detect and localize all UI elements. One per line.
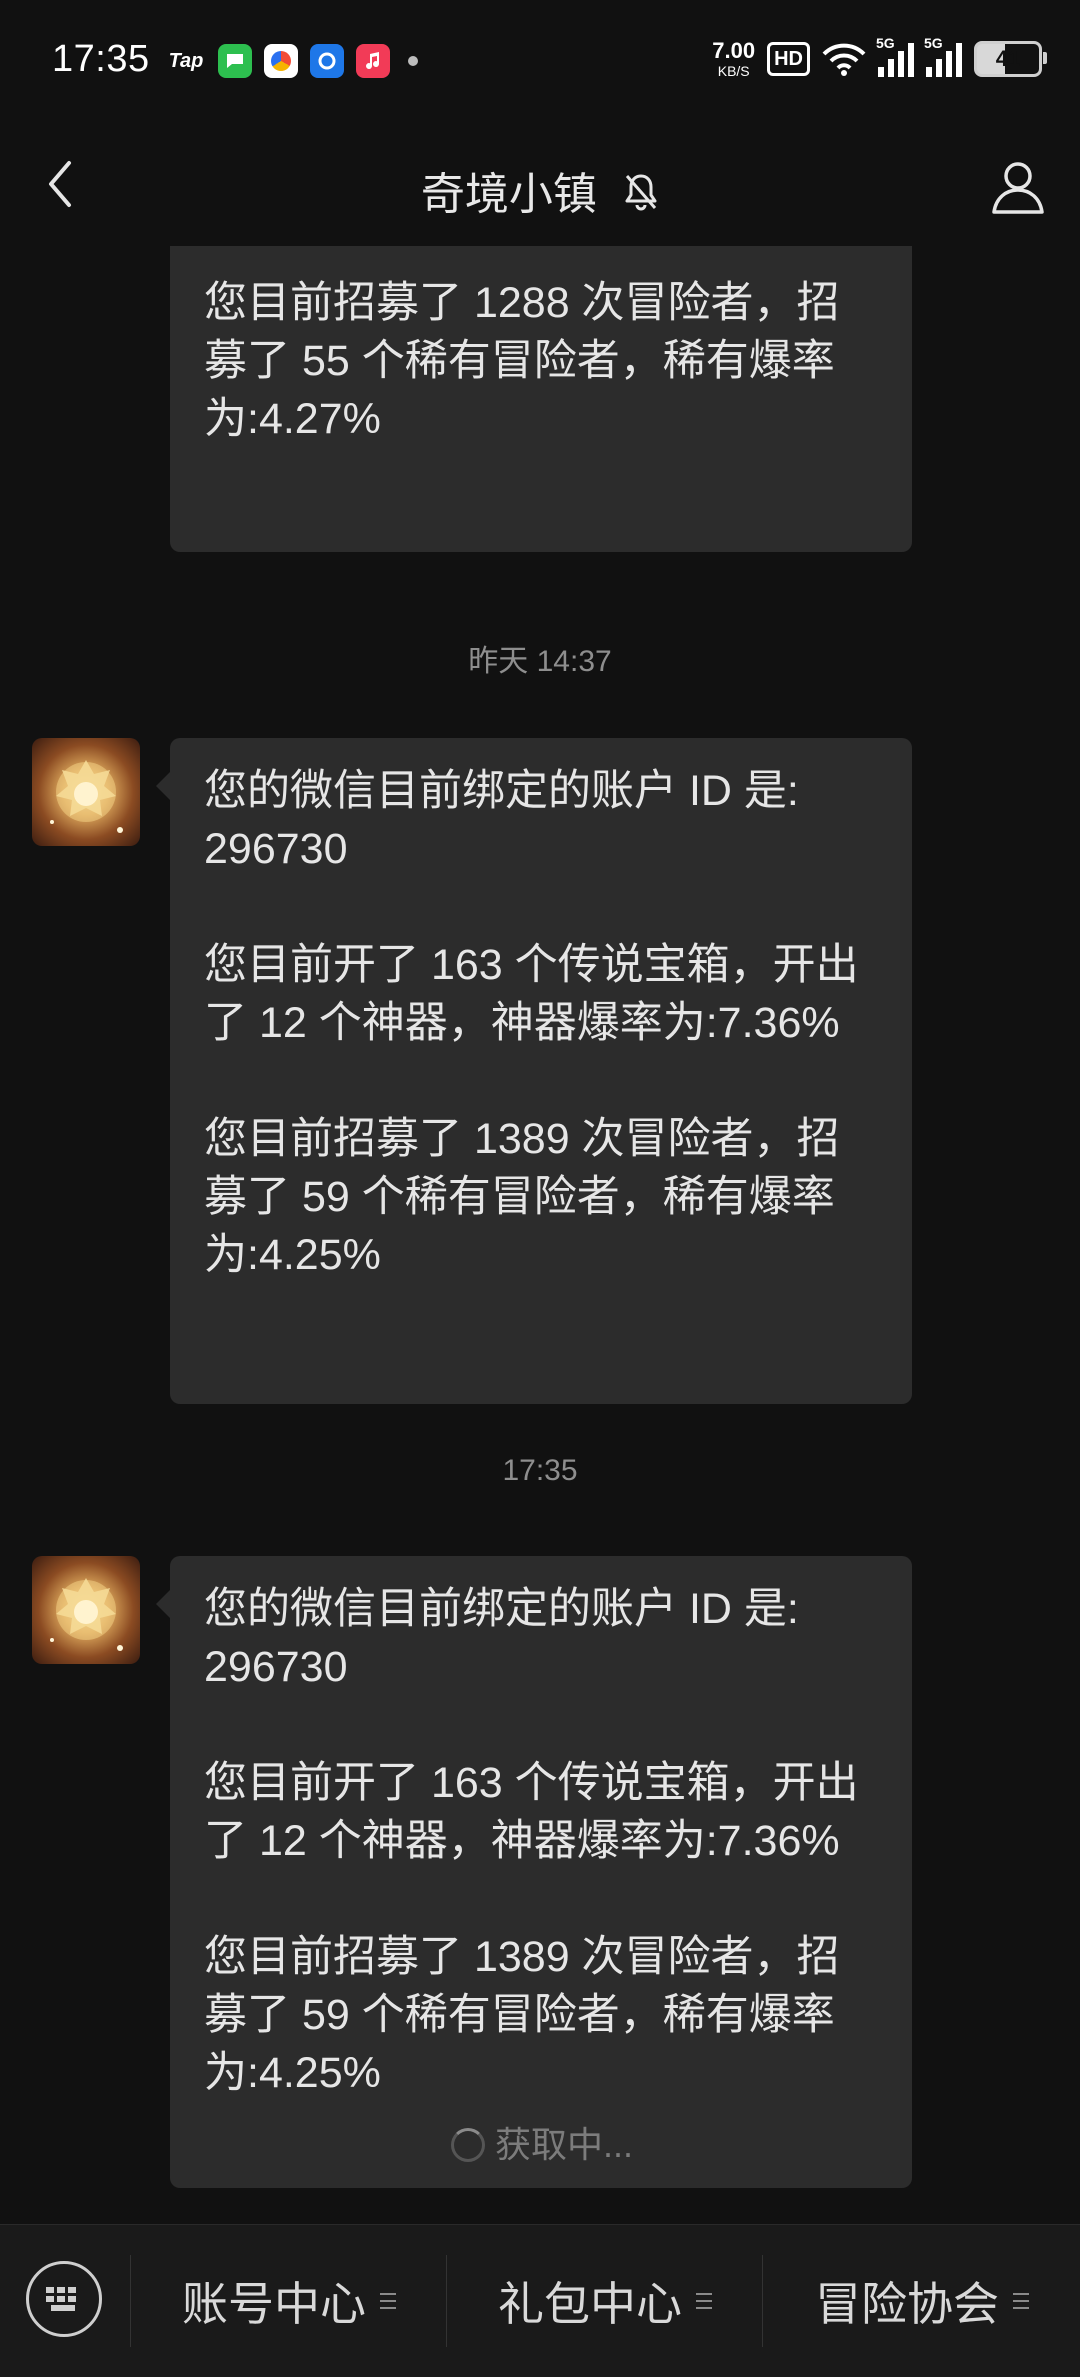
messages-icon [218,44,252,78]
music-icon [356,44,390,78]
system-icons: 7.00 KB/S HD 5G 5G 41 [712,35,1047,79]
profile-button[interactable] [984,152,1052,220]
status-bar: 17:35 Tap 7.00 KB/S HD 5G 5G 41 [0,0,1080,128]
signal-sim2-icon: 5G [924,35,962,77]
submenu-icon [380,2293,396,2309]
lion-emblem-icon [50,760,123,833]
divider [130,2255,131,2347]
message-bubble-partial[interactable]: 您目前招募了 1288 次冒险者，招募了 55 个稀有冒险者，稀有爆率为:4.2… [170,246,912,552]
hd-icon: HD [767,42,810,76]
message-bubble[interactable]: 您的微信目前绑定的账户 ID 是: 296730 您目前开了 163 个传说宝箱… [156,738,912,1404]
chat-title-area: 奇境小镇 [0,158,1080,223]
divider [446,2255,447,2347]
message-paragraph: 您目前招募了 1389 次冒险者，招募了 59 个稀有冒险者，稀有爆率为:4.2… [204,1933,840,2097]
menu-gift-center[interactable]: 礼包中心 [448,2225,762,2377]
loading-text: 获取中... [494,2124,633,2165]
message-paragraph: 您目前开了 163 个传说宝箱，开出了 12 个神器，神器爆率为:7.36% [204,941,859,1047]
more-notifications-dot [408,56,418,66]
keyboard-toggle-button[interactable] [26,2261,102,2337]
loading-indicator: 获取中... [204,2116,880,2174]
muted-bell-icon [623,172,659,223]
page-title: 奇境小镇 [420,170,597,219]
menu-account-center[interactable]: 账号中心 [132,2225,446,2377]
message-paragraph: 您目前招募了 1288 次冒险者，招募了 55 个稀有冒险者，稀有爆率为:4.2… [204,279,840,443]
timestamp: 17:35 [502,1454,578,1487]
divider [762,2255,763,2347]
message-paragraph: 您目前开了 163 个传说宝箱，开出了 12 个神器，神器爆率为:7.36% [204,1759,859,1865]
battery-icon: 41 [974,41,1047,77]
bottom-menu-bar: 账号中心 礼包中心 冒险协会 [0,2224,1080,2377]
blue-app-icon [310,44,344,78]
taptap-icon: Tap [168,49,204,72]
message-paragraph: 您的微信目前绑定的账户 ID 是: 296730 [204,767,799,873]
bot-avatar[interactable] [32,738,140,846]
bot-avatar[interactable] [32,1556,140,1664]
chat-message-list[interactable]: 您目前招募了 1288 次冒险者，招募了 55 个稀有冒险者，稀有爆率为:4.2… [0,246,1080,2224]
network-speed: 7.00 KB/S [712,38,756,79]
submenu-icon [1013,2293,1029,2309]
person-icon [992,162,1044,214]
wifi-icon [822,43,866,76]
menu-adventure-guild[interactable]: 冒险协会 [764,2225,1080,2377]
signal-sim1-icon: 5G [876,35,914,77]
lion-emblem-icon [50,1578,123,1651]
message-bubble[interactable]: 您的微信目前绑定的账户 ID 是: 296730 您目前开了 163 个传说宝箱… [156,1556,912,2188]
message-paragraph: 您目前招募了 1389 次冒险者，招募了 59 个稀有冒险者，稀有爆率为:4.2… [204,1115,840,1279]
notification-icons: Tap [166,44,418,78]
timestamp: 昨天 14:37 [468,645,612,678]
chat-header: 奇境小镇 [0,128,1080,246]
submenu-icon [696,2293,712,2309]
message-paragraph: 您的微信目前绑定的账户 ID 是: 296730 [204,1585,799,1691]
pal-app-icon [264,44,298,78]
keyboard-icon [46,2287,76,2311]
spinner-icon [450,2128,485,2162]
clock: 17:35 [52,38,150,80]
